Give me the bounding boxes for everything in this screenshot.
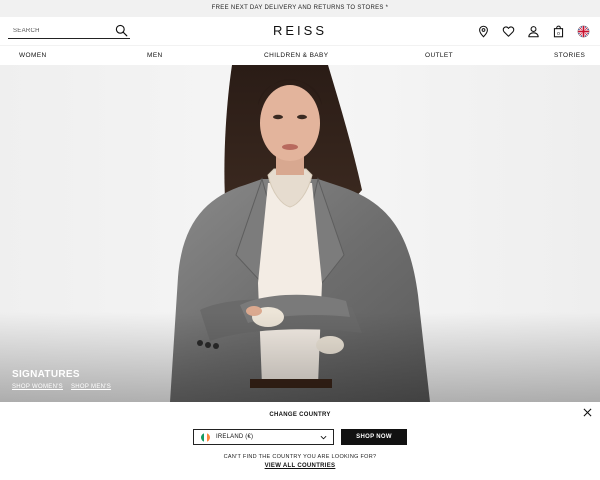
promo-text: FREE NEXT DAY DELIVERY AND RETURNS TO ST… xyxy=(211,5,389,11)
account-icon[interactable] xyxy=(527,25,540,38)
shop-mens-link[interactable]: SHOP MEN'S xyxy=(71,384,111,390)
header-icons: 0 xyxy=(477,24,590,38)
hero-banner[interactable]: SIGNATURES SHOP WOMEN'S SHOP MEN'S xyxy=(0,65,600,402)
promo-bar: FREE NEXT DAY DELIVERY AND RETURNS TO ST… xyxy=(0,0,600,17)
shop-now-button[interactable]: SHOP NOW xyxy=(341,429,407,445)
uk-flag-icon[interactable] xyxy=(577,25,590,38)
nav-item-men[interactable]: MEN xyxy=(147,46,163,66)
bag-icon[interactable]: 0 xyxy=(552,25,565,38)
nav-item-stories[interactable]: STORIES xyxy=(554,46,585,66)
cant-find-text: CAN'T FIND THE COUNTRY YOU ARE LOOKING F… xyxy=(223,454,377,460)
search-icon[interactable] xyxy=(115,24,128,37)
selected-country: IRELAND (€) xyxy=(216,434,254,440)
country-select[interactable]: IRELAND (€) xyxy=(193,429,334,445)
search-input[interactable] xyxy=(13,26,108,36)
bag-count: 0 xyxy=(557,31,560,37)
chevron-down-icon xyxy=(320,435,327,440)
logo[interactable]: REISS xyxy=(250,22,350,40)
hero-title: SIGNATURES xyxy=(12,369,80,380)
shop-womens-link[interactable]: SHOP WOMEN'S xyxy=(12,384,63,390)
change-country-panel: CHANGE COUNTRY IRELAND (€) SHOP NOW CAN'… xyxy=(0,402,600,480)
change-country-title: CHANGE COUNTRY xyxy=(269,412,331,418)
header: REISS 0 xyxy=(0,17,600,45)
search-bar xyxy=(8,23,130,39)
main-nav: WOMEN MEN CHILDREN & BABY OUTLET STORIES xyxy=(0,45,600,65)
store-locator-icon[interactable] xyxy=(477,25,490,38)
nav-item-women[interactable]: WOMEN xyxy=(19,46,47,66)
nav-item-children-baby[interactable]: CHILDREN & BABY xyxy=(264,46,329,66)
nav-item-outlet[interactable]: OUTLET xyxy=(425,46,453,66)
ireland-flag-icon xyxy=(201,433,210,442)
wishlist-heart-icon[interactable] xyxy=(502,25,515,38)
view-all-countries-link[interactable]: VIEW ALL COUNTRIES xyxy=(0,463,600,469)
